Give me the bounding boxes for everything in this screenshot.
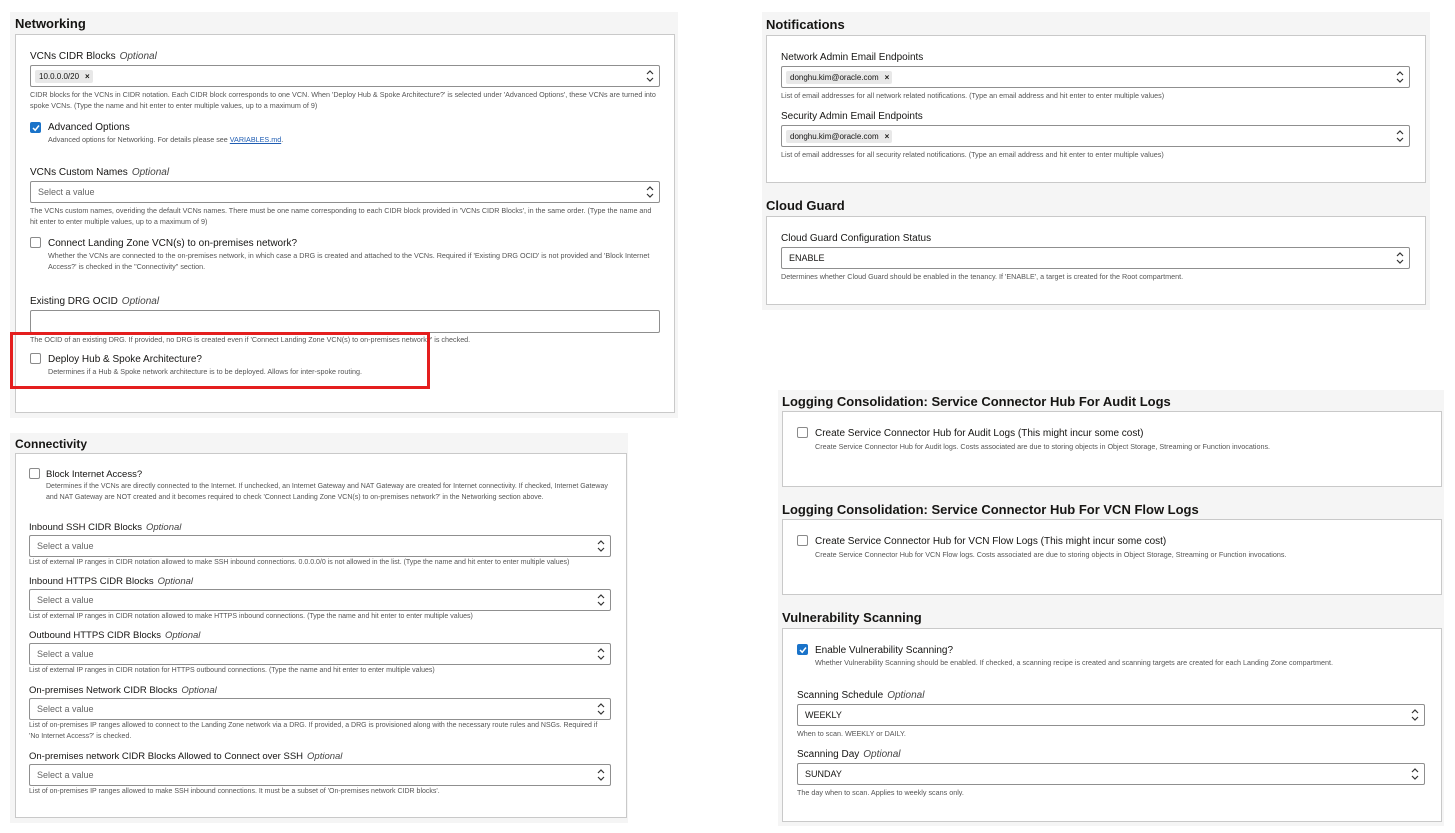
chevron-updown-icon [597, 594, 605, 606]
chevron-updown-icon [597, 703, 605, 715]
placeholder: Select a value [37, 649, 94, 659]
vcns-cidr-label: VCNs CIDR Blocks Optional [30, 51, 157, 62]
scan-day-label: Scanning Day Optional [797, 749, 901, 760]
block-internet-checkbox[interactable] [29, 468, 40, 479]
email-chip: donghu.kim@oracle.com × [786, 130, 893, 143]
drg-ocid-input[interactable] [30, 310, 660, 333]
variables-md-link[interactable]: VARIABLES.md [230, 135, 281, 144]
network-admin-label: Network Admin Email Endpoints [781, 52, 924, 63]
chevron-updown-icon [1396, 130, 1404, 142]
flow-logs-checkbox[interactable] [797, 535, 808, 546]
selected-value: WEEKLY [805, 710, 842, 720]
scan-schedule-help: When to scan. WEEKLY or DAILY. [797, 729, 906, 738]
chevron-updown-icon [597, 648, 605, 660]
https-out-help: List of external IP ranges in CIDR notat… [29, 667, 435, 674]
scan-schedule-select[interactable]: WEEKLY [797, 704, 1425, 726]
flow-logs-title: Logging Consolidation: Service Connector… [782, 502, 1199, 517]
drg-ocid-label: Existing DRG OCID Optional [30, 296, 160, 307]
network-admin-help: List of email addresses for all network … [781, 91, 1165, 100]
chevron-updown-icon [1396, 71, 1404, 83]
ssh-cidr-help: List of external IP ranges in CIDR notat… [29, 559, 570, 566]
scan-schedule-label: Scanning Schedule Optional [797, 690, 925, 701]
scan-day-help: The day when to scan. Applies to weekly … [797, 788, 964, 797]
chevron-updown-icon [1411, 709, 1419, 721]
block-internet-help: Determines if the VCNs are directly conn… [46, 483, 608, 501]
custom-names-help: The VCNs custom names, overiding the def… [30, 206, 652, 226]
onprem-cidr-select[interactable]: Select a value [29, 698, 611, 720]
highlight-box [10, 332, 430, 389]
audit-logs-help: Create Service Connector Hub for Audit l… [815, 442, 1271, 451]
https-in-label: Inbound HTTPS CIDR Blocks Optional [29, 576, 193, 587]
chevron-updown-icon [1396, 252, 1404, 264]
https-in-select[interactable]: Select a value [29, 589, 611, 611]
ssh-cidr-label: Inbound SSH CIDR Blocks Optional [29, 522, 182, 533]
https-out-label: Outbound HTTPS CIDR Blocks Optional [29, 630, 201, 641]
networking-title: Networking [15, 16, 86, 31]
connectivity-title: Connectivity [15, 437, 88, 451]
email-chip: donghu.kim@oracle.com × [786, 71, 893, 84]
chevron-updown-icon [646, 186, 654, 198]
advanced-options-label: Advanced Options [48, 122, 130, 133]
selected-value: SUNDAY [805, 769, 842, 779]
network-admin-select[interactable]: donghu.kim@oracle.com × [781, 66, 1410, 88]
ssh-cidr-select[interactable]: Select a value [29, 535, 611, 557]
onprem-ssh-label: On-premises network CIDR Blocks Allowed … [29, 751, 343, 762]
connect-onprem-checkbox[interactable] [30, 237, 41, 248]
onprem-cidr-label: On-premises Network CIDR Blocks Optional [29, 685, 217, 696]
placeholder: Select a value [37, 704, 94, 714]
flow-logs-help: Create Service Connector Hub for VCN Flo… [815, 550, 1287, 559]
placeholder: Select a value [37, 541, 94, 551]
onprem-ssh-help: List of on-premises IP ranges allowed to… [29, 788, 440, 795]
https-out-select[interactable]: Select a value [29, 643, 611, 665]
advanced-options-help: Advanced options for Networking. For det… [48, 135, 284, 144]
connect-onprem-label: Connect Landing Zone VCN(s) to on-premis… [48, 238, 298, 249]
placeholder: Select a value [37, 595, 94, 605]
cidr-chip: 10.0.0.0/20 × [35, 70, 93, 83]
chevron-updown-icon [597, 540, 605, 552]
onprem-cidr-help: List of on-premises IP ranges allowed to… [29, 722, 598, 740]
custom-names-label: VCNs Custom Names Optional [30, 167, 170, 178]
custom-names-select[interactable]: Select a value [30, 181, 660, 203]
vuln-enable-checkbox[interactable] [797, 644, 808, 655]
cloud-guard-label: Cloud Guard Configuration Status [781, 233, 932, 244]
connect-onprem-help: Whether the VCNs are connected to the on… [48, 251, 650, 271]
security-admin-help: List of email addresses for all security… [781, 150, 1164, 159]
chip-remove-icon[interactable]: × [85, 72, 90, 81]
vuln-title: Vulnerability Scanning [782, 610, 922, 625]
placeholder: Select a value [38, 187, 95, 197]
scan-day-select[interactable]: SUNDAY [797, 763, 1425, 785]
flow-logs-label: Create Service Connector Hub for VCN Flo… [815, 536, 1167, 547]
cloud-guard-select[interactable]: ENABLE [781, 247, 1410, 269]
chip-remove-icon[interactable]: × [885, 132, 890, 141]
advanced-options-checkbox[interactable] [30, 122, 41, 133]
selected-value: ENABLE [789, 253, 825, 263]
vcns-cidr-select[interactable]: 10.0.0.0/20 × [30, 65, 660, 87]
vuln-enable-help: Whether Vulnerability Scanning should be… [815, 658, 1333, 667]
audit-logs-checkbox[interactable] [797, 427, 808, 438]
cloud-guard-help: Determines whether Cloud Guard should be… [781, 272, 1184, 281]
audit-logs-title: Logging Consolidation: Service Connector… [782, 394, 1171, 409]
cloud-guard-title: Cloud Guard [766, 198, 845, 213]
vuln-enable-label: Enable Vulnerability Scanning? [815, 645, 954, 656]
security-admin-label: Security Admin Email Endpoints [781, 111, 923, 122]
notifications-title: Notifications [766, 17, 845, 32]
chevron-updown-icon [646, 70, 654, 82]
security-admin-select[interactable]: donghu.kim@oracle.com × [781, 125, 1410, 147]
chip-remove-icon[interactable]: × [885, 73, 890, 82]
block-internet-label: Block Internet Access? [46, 469, 143, 480]
vcns-cidr-help: CIDR blocks for the VCNs in CIDR notatio… [30, 90, 656, 110]
chevron-updown-icon [1411, 768, 1419, 780]
audit-logs-label: Create Service Connector Hub for Audit L… [815, 428, 1144, 439]
https-in-help: List of external IP ranges in CIDR notat… [29, 613, 473, 620]
onprem-ssh-select[interactable]: Select a value [29, 764, 611, 786]
chevron-updown-icon [597, 769, 605, 781]
placeholder: Select a value [37, 770, 94, 780]
